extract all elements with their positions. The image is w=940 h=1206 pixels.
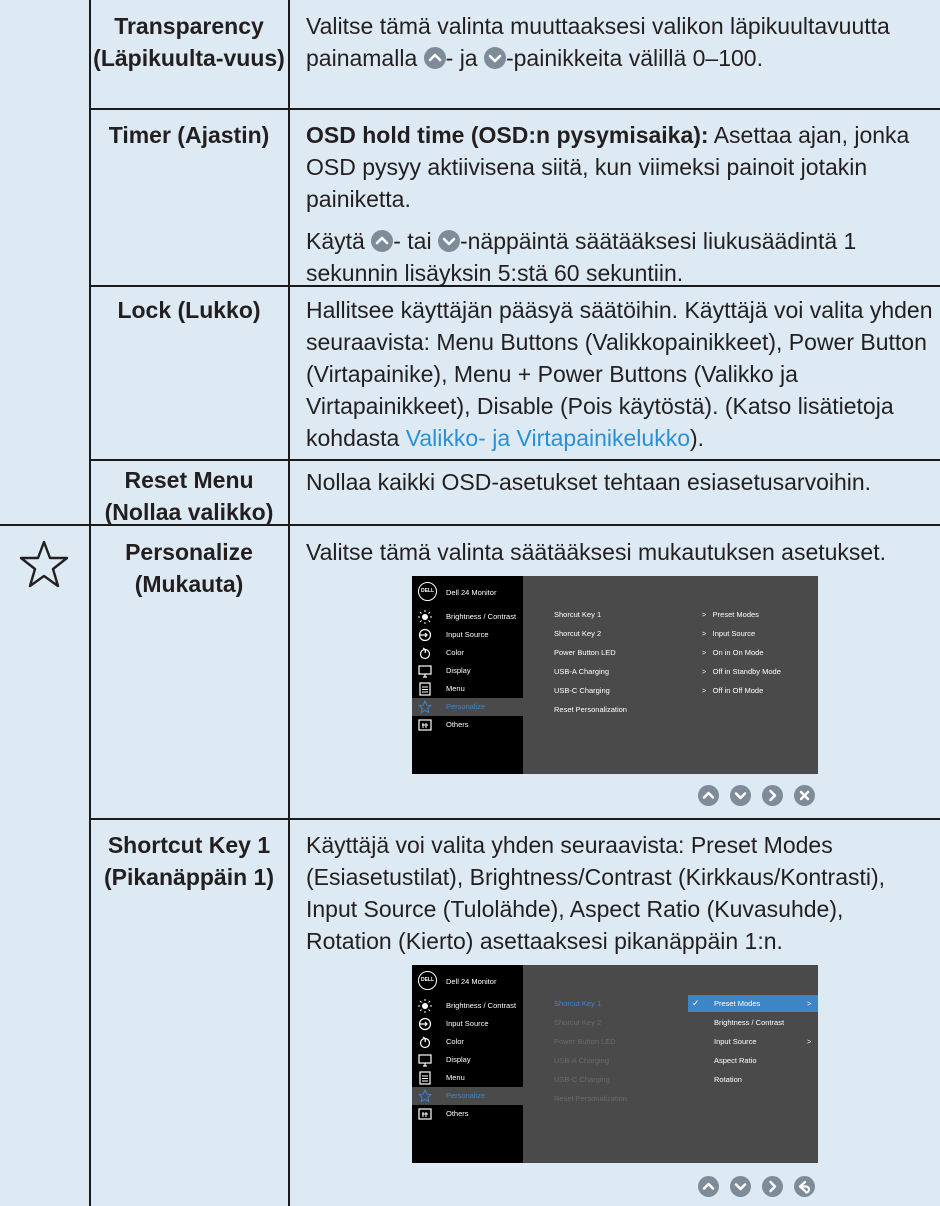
osd-menu-color[interactable]: Color — [412, 644, 523, 662]
down-icon — [483, 47, 506, 69]
osd-value: > Preset Modes — [702, 610, 759, 619]
star-icon — [19, 539, 69, 589]
input-source-icon — [418, 628, 432, 642]
osd-item: Power Button LED — [554, 648, 616, 657]
up-icon — [698, 785, 719, 806]
osd-item: Shorcut Key 2 — [554, 629, 602, 638]
osd-menu-brightness[interactable]: Brightness / Contrast — [412, 608, 523, 626]
desc-shortcut1: Käyttäjä voi valita yhden seuraavista: P… — [306, 832, 886, 954]
up-icon — [423, 47, 446, 69]
column-divider — [89, 0, 91, 1206]
display-icon — [418, 665, 432, 678]
osd-menu-menu[interactable]: Menu — [412, 1069, 523, 1087]
down-icon — [730, 785, 751, 806]
osd-item: Reset Personalization — [554, 705, 627, 714]
osd-option[interactable]: Rotation — [714, 1075, 742, 1084]
chevron-right-icon: > — [807, 999, 812, 1008]
osd-menu-input[interactable]: Input Source — [412, 1015, 523, 1033]
osd-item: Shorcut Key 1 — [554, 610, 602, 619]
right-icon — [762, 785, 783, 806]
osd-item-selected: Shorcut Key 1 — [554, 999, 602, 1008]
others-icon — [418, 719, 432, 731]
osd-value: > Off in Standby Mode — [702, 667, 781, 676]
osd-menu-personalize[interactable]: Personalize — [412, 1087, 523, 1105]
osd-menu-input[interactable]: Input Source — [412, 626, 523, 644]
label-shortcut1: Shortcut Key 1 (Pikanäppäin 1) — [104, 832, 274, 890]
osd-menu-display[interactable]: Display — [412, 1051, 523, 1069]
dell-logo: DELL — [418, 582, 437, 601]
osd-option[interactable]: Input Source — [714, 1037, 757, 1046]
lock-link[interactable]: Valikko- ja Virtapainikelukko — [406, 425, 690, 451]
up-icon — [371, 230, 394, 252]
star-icon — [418, 700, 432, 714]
dell-logo: DELL — [418, 971, 437, 990]
osd-personalize: DELL Dell 24 Monitor Brightness / Contra… — [412, 576, 818, 774]
osd-option[interactable]: Aspect Ratio — [714, 1056, 757, 1065]
osd-menu-others[interactable]: Others — [412, 1105, 523, 1123]
osd-title: Dell 24 Monitor — [446, 977, 497, 986]
right-icon — [762, 1176, 783, 1197]
osd-value: > Off in Off Mode — [702, 686, 764, 695]
check-icon: ✓ — [692, 998, 700, 1008]
desc-personalize: Valitse tämä valinta säätääksesi mukautu… — [306, 539, 886, 565]
desc-lock: Hallitsee käyttäjän pääsyä säätöihin. Kä… — [306, 297, 933, 451]
brightness-icon — [418, 610, 432, 624]
osd-item: Reset Personalization — [554, 1094, 627, 1103]
input-source-icon — [418, 1017, 432, 1031]
label-personalize: Personalize (Mukauta) — [125, 539, 253, 597]
label-timer: Timer (Ajastin) — [108, 122, 270, 148]
osd-item: USB-A Charging — [554, 1056, 610, 1065]
osd-option[interactable]: Brightness / Contrast — [714, 1018, 784, 1027]
desc-timer: OSD hold time (OSD:n pysymisaika): Asett… — [306, 122, 910, 286]
osd-menu-color[interactable]: Color — [412, 1033, 523, 1051]
osd-shortcut1: DELL Dell 24 Monitor Brightness / Contra… — [412, 965, 818, 1163]
osd-item: Power Button LED — [554, 1037, 616, 1046]
osd-item: USB-A Charging — [554, 667, 610, 676]
osd-item: USB-C Charging — [554, 1075, 610, 1084]
osd-option-selected[interactable]: Preset Modes — [714, 999, 760, 1008]
column-divider — [288, 0, 290, 1206]
row-divider — [89, 459, 940, 461]
osd-menu-personalize[interactable]: Personalize — [412, 698, 523, 716]
label-reset: Reset Menu (Nollaa valikko) — [104, 467, 274, 525]
close-icon — [794, 785, 815, 806]
row-divider — [89, 108, 940, 110]
color-icon — [419, 647, 431, 660]
others-icon — [418, 1108, 432, 1120]
brightness-icon — [418, 999, 432, 1013]
osd-value: > On in On Mode — [702, 648, 764, 657]
osd-title: Dell 24 Monitor — [446, 588, 497, 597]
osd-item: USB-C Charging — [554, 686, 610, 695]
osd-menu-panel: DELL Dell 24 Monitor Brightness / Contra… — [412, 965, 523, 1163]
menu-icon — [419, 682, 431, 696]
down-icon — [437, 230, 460, 252]
color-icon — [419, 1036, 431, 1049]
chevron-right-icon: > — [807, 1037, 812, 1046]
star-icon — [418, 1089, 432, 1103]
osd-menu-panel: DELL Dell 24 Monitor Brightness / Contra… — [412, 576, 523, 774]
osd-menu-display[interactable]: Display — [412, 662, 523, 680]
osd-value: > Input Source — [702, 629, 756, 638]
desc-transparency: Valitse tämä valinta muuttaaksesi valiko… — [306, 13, 890, 71]
osd-menu-others[interactable]: Others — [412, 716, 523, 734]
label-lock: Lock (Lukko) — [117, 297, 261, 323]
down-icon — [730, 1176, 751, 1197]
osd-menu-menu[interactable]: Menu — [412, 680, 523, 698]
osd-item: Shorcut Key 2 — [554, 1018, 602, 1027]
desc-reset: Nollaa kaikki OSD-asetukset tehtaan esia… — [306, 469, 872, 495]
up-icon — [698, 1176, 719, 1197]
osd-menu-brightness[interactable]: Brightness / Contrast — [412, 997, 523, 1015]
display-icon — [418, 1054, 432, 1067]
menu-icon — [419, 1071, 431, 1085]
row-divider — [89, 818, 940, 820]
back-icon — [794, 1176, 815, 1197]
label-transparency: Transparency (Läpikuulta-vuus) — [93, 13, 285, 71]
